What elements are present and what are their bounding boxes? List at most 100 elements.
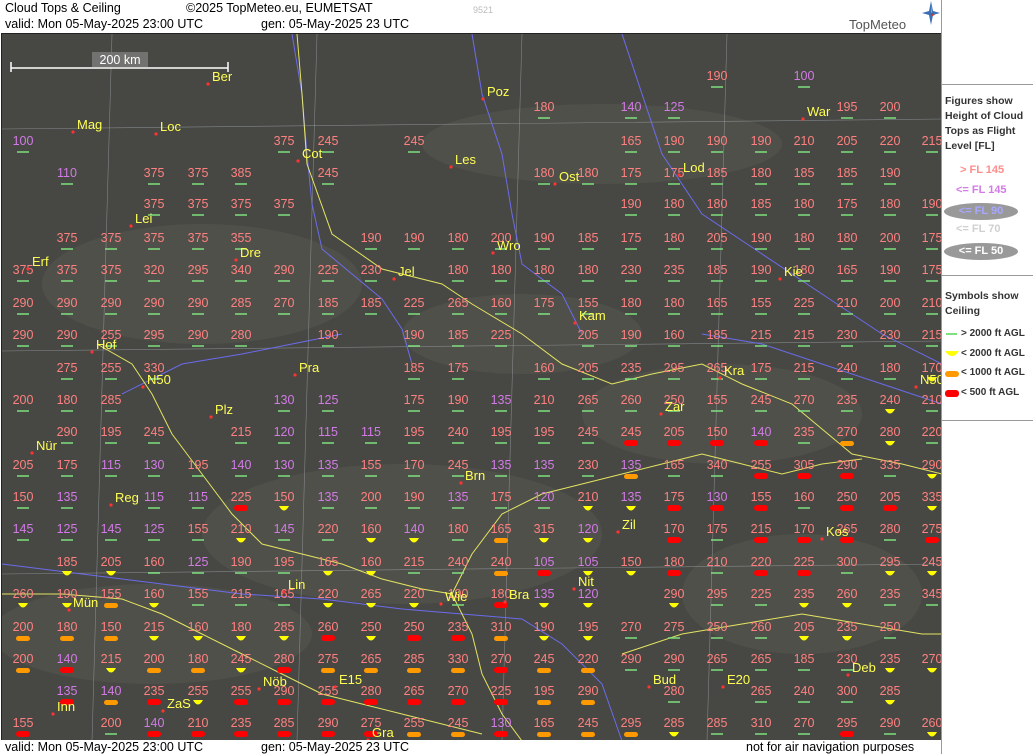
cloud-top-value: 345: [922, 587, 942, 601]
cloud-top-value: 175: [448, 361, 469, 375]
city-label: E15: [339, 672, 362, 687]
cloud-tops-map[interactable]: 200 km 190 100 180 140 125 195 200 100 375 245 245 1…: [1, 33, 942, 741]
legend-divider: [942, 420, 1033, 421]
cloud-top-value: 200: [13, 393, 34, 407]
cloud-top-value: 245: [751, 393, 772, 407]
cloud-top-value: 285: [404, 652, 425, 666]
cloud-top-value: 195: [491, 425, 512, 439]
cloud-top-value: 225: [491, 328, 512, 342]
cloud-top-value: 200: [144, 652, 165, 666]
cloud-top-value: 190: [361, 231, 382, 245]
city-dot: [71, 130, 75, 134]
ceiling-pill-red: [451, 699, 465, 705]
map-canvas[interactable]: 200 km 190 100 180 140 125 195 200 100 375 245 245 1…: [2, 34, 942, 741]
cloud-top-value: 180: [621, 296, 642, 310]
city-label: Kam: [579, 308, 606, 323]
city-dot: [257, 687, 261, 691]
cloud-top-value: 165: [837, 263, 858, 277]
ceiling-pill-red: [321, 731, 335, 737]
cloud-top-value: 215: [404, 555, 425, 569]
ceiling-cup: [669, 603, 679, 608]
city-dot: [161, 709, 165, 713]
ceiling-pill-orange: [407, 668, 421, 673]
cloud-top-value: 290: [318, 716, 339, 730]
cloud-top-value: 375: [101, 263, 122, 277]
topmeteo-logo[interactable]: TopMeteo: [849, 17, 906, 32]
ceiling-cup: [583, 636, 593, 641]
ceiling-pill-red: [234, 731, 248, 737]
cloud-top-value: 355: [231, 231, 252, 245]
cloud-top-value: 160: [361, 555, 382, 569]
legend-ceiling-2000-plus: > 2000 ft AGL: [961, 328, 1025, 339]
ceiling-pill-orange: [364, 668, 378, 673]
cloud-top-value: 210: [794, 134, 815, 148]
ceiling-pill-orange: [451, 668, 465, 673]
header-bar: Cloud Tops & Ceiling ©2025 TopMeteo.eu, …: [0, 0, 941, 33]
cloud-top-value: 230: [880, 328, 901, 342]
cloud-top-value: 190: [404, 490, 425, 504]
ceiling-pill-red: [494, 699, 508, 705]
legend-ceiling-2000: < 2000 ft AGL: [961, 348, 1025, 359]
cloud-top-value: 205: [837, 134, 858, 148]
city-dot: [141, 385, 145, 389]
city-dot: [30, 451, 34, 455]
cloud-top-value: 250: [837, 490, 858, 504]
cloud-top-value: 225: [231, 490, 252, 504]
cloud-top-value: 180: [534, 100, 555, 114]
cloud-top-value: 190: [534, 231, 555, 245]
cloud-top-value: 190: [751, 263, 772, 277]
compass-star-icon: [922, 1, 940, 25]
cloud-top-value: 210: [188, 716, 209, 730]
ceiling-cup: [626, 506, 636, 511]
ceiling-pill-red: [451, 635, 465, 641]
cloud-top-value: 270: [491, 652, 512, 666]
ceiling-pill-red: [883, 505, 897, 511]
cloud-top-value: 190: [534, 620, 555, 634]
cloud-top-value: 290: [274, 263, 295, 277]
scale-bar-label: 200 km: [100, 53, 141, 67]
ceiling-cup: [323, 603, 333, 608]
legend-level-high: > FL 145: [960, 164, 1005, 176]
cloud-top-value: 175: [491, 490, 512, 504]
cloud-top-value: 290: [837, 458, 858, 472]
city-label: Nöb: [263, 674, 287, 689]
cloud-top-value: 245: [144, 425, 165, 439]
cloud-top-value: 160: [664, 328, 685, 342]
cloud-top-value: 260: [751, 620, 772, 634]
cloud-top-value: 290: [188, 328, 209, 342]
cloud-top-value: 295: [837, 716, 858, 730]
city-label: Ost: [559, 169, 580, 184]
cloud-top-value: 290: [621, 652, 642, 666]
valid-time: valid: Mon 05-May-2025 23:00 UTC: [5, 17, 204, 31]
cloud-top-value: 225: [491, 684, 512, 698]
cloud-top-value: 375: [188, 166, 209, 180]
cloud-top-value: 185: [361, 296, 382, 310]
cloud-top-value: 265: [361, 587, 382, 601]
cloud-top-value: 330: [448, 652, 469, 666]
cloud-top-value: 315: [534, 522, 555, 536]
ceiling-pill-red: [840, 731, 854, 737]
ceiling-pill-orange: [624, 474, 638, 479]
cloud-top-value: 290: [57, 425, 78, 439]
cloud-top-value: 235: [621, 361, 642, 375]
cloud-top-value: 290: [664, 652, 685, 666]
city-dot: [209, 415, 213, 419]
cloud-top-value: 175: [922, 231, 942, 245]
cloud-top-value: 175: [664, 166, 685, 180]
cloud-top-value: 205: [707, 231, 728, 245]
cloud-top-value: 190: [922, 197, 942, 211]
cloud-top-value: 215: [751, 328, 772, 342]
ceiling-cup-icon: [945, 351, 959, 356]
cloud-top-value: 245: [578, 425, 599, 439]
ceiling-cup: [626, 571, 636, 576]
cloud-top-value: 175: [534, 296, 555, 310]
cloud-top-value: 200: [13, 652, 34, 666]
legend-divider: [942, 275, 1033, 276]
city-label: Pra: [299, 360, 320, 375]
cloud-top-value: 285: [707, 716, 728, 730]
cloud-top-value: 310: [751, 716, 772, 730]
cloud-top-value: 255: [751, 458, 772, 472]
cloud-top-value: 190: [880, 263, 901, 277]
cloud-top-value: 265: [578, 393, 599, 407]
cloud-top-value: 305: [794, 458, 815, 472]
